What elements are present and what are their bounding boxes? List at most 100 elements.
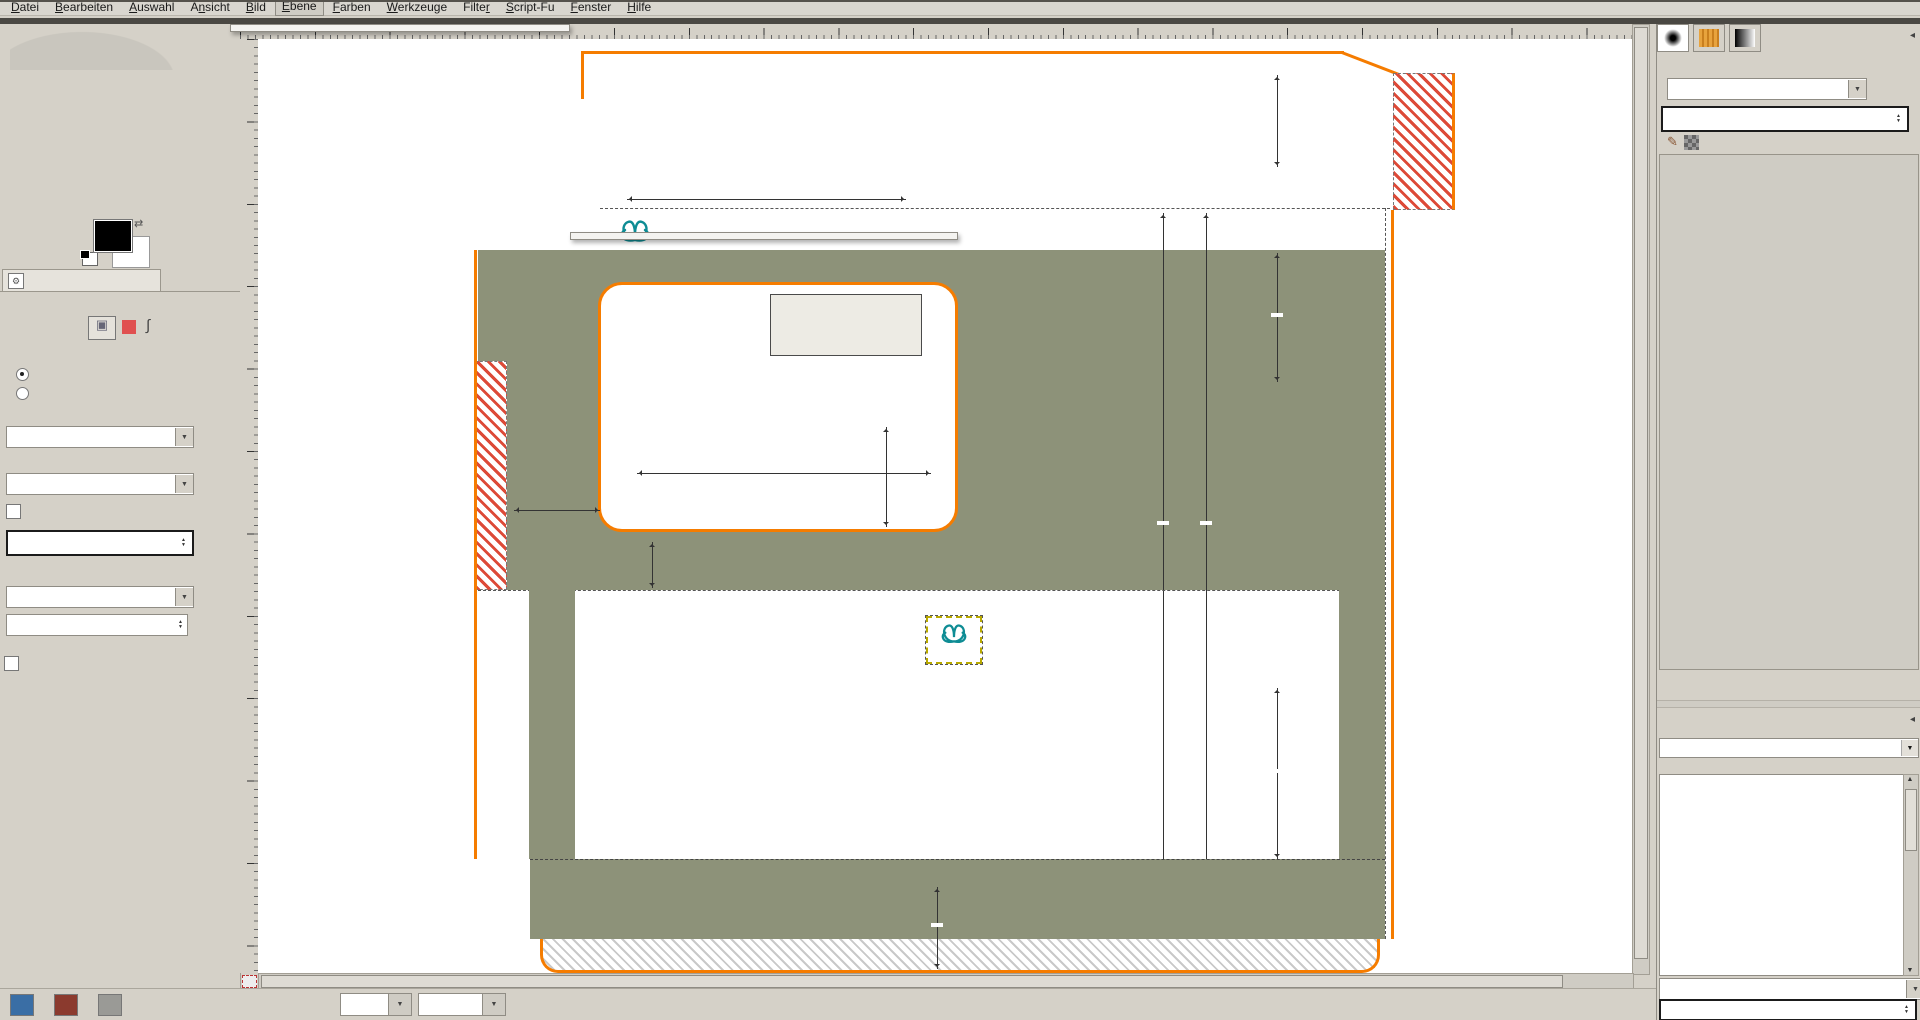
transformation-submenu <box>570 232 958 240</box>
layers-dock: ◂ ▼ ▲▼ ✎ ◂ <box>1656 24 1920 1020</box>
tooltip <box>770 294 922 356</box>
die-contour-flap-left <box>581 51 584 99</box>
chevron-down-icon: ▼ <box>175 428 193 446</box>
lock-alpha-icon[interactable] <box>1684 135 1699 150</box>
zoom-dropdown-button[interactable]: ▼ <box>482 993 506 1016</box>
menubar-item[interactable]: Datei <box>4 0 46 15</box>
brush-scrollbar[interactable]: ▲ ▼ <box>1903 774 1919 976</box>
layer-list <box>1659 154 1919 670</box>
unit-dropdown-button[interactable]: ▼ <box>388 993 412 1016</box>
default-colors-icon[interactable] <box>82 252 98 266</box>
window-top-edge <box>0 0 1920 2</box>
mode-select[interactable]: ▼ <box>1667 78 1867 100</box>
transform-layer-button[interactable]: ▣ <box>88 316 116 340</box>
canvas-viewport[interactable] <box>258 39 1632 973</box>
brush-filter-box: ▼ <box>1659 738 1919 758</box>
vertical-scrollbar-thumb[interactable] <box>1634 27 1648 959</box>
spinner-arrows[interactable]: ▲▼ <box>181 538 186 548</box>
menubar-item[interactable]: Filter <box>456 0 497 15</box>
gimp-window: Datei Bearbeiten Auswahl Ansicht Bild Eb… <box>0 0 1920 1020</box>
mode-row: ▼ <box>1661 78 1867 100</box>
tool-options-icon: ⚙ <box>8 273 24 289</box>
menubar-item[interactable]: Fenster <box>564 0 619 15</box>
quick-mask-button[interactable] <box>242 975 257 988</box>
preview-checkbox[interactable] <box>6 504 21 522</box>
die-dashed-right <box>1385 208 1386 939</box>
dim-label-16 <box>931 895 943 955</box>
lock-paint-icon[interactable]: ✎ <box>1667 134 1678 150</box>
brush-grid <box>1659 774 1905 976</box>
statusbar-icon-1[interactable] <box>10 994 34 1016</box>
bottom-safety-band <box>530 859 1385 939</box>
flap-label <box>710 105 910 135</box>
brush-tab-icon <box>1664 29 1682 47</box>
guides-type-select[interactable]: ▼ <box>6 586 194 608</box>
fold-line-top <box>600 208 1390 209</box>
patterns-tab[interactable] <box>1693 24 1725 52</box>
dim-label-236 <box>1200 493 1212 553</box>
transform-selection-button[interactable] <box>122 320 136 334</box>
clipping-select[interactable]: ▼ <box>6 473 194 495</box>
toolbox-panel: ⇄ ⚙ ▣ ∫ ▼ ▼ <box>0 24 241 988</box>
menubar-item[interactable]: Werkzeuge <box>380 0 454 15</box>
flower-logo-icon <box>939 618 969 644</box>
statusbar-icon-3[interactable] <box>98 994 122 1016</box>
transform-path-button[interactable]: ∫ <box>146 317 150 334</box>
interpolation-select[interactable]: ▼ <box>6 426 194 448</box>
vertical-ruler[interactable] <box>240 39 259 973</box>
direction-radio-corrective[interactable] <box>16 387 29 403</box>
menubar-item[interactable]: Ansicht <box>183 0 236 15</box>
menubar-item[interactable]: Bearbeiten <box>48 0 120 15</box>
side-margin-left <box>529 590 575 859</box>
gradients-tab[interactable] <box>1729 24 1761 52</box>
chevron-down-icon[interactable]: ▼ <box>1901 740 1918 756</box>
keep-aspect-checkbox[interactable] <box>4 656 19 674</box>
dim-line-20 <box>514 510 600 511</box>
chevron-down-icon: ▼ <box>1906 980 1920 998</box>
dim-line-45 <box>886 427 887 527</box>
dim-line-15 <box>652 542 653 588</box>
chevron-down-icon: ▼ <box>1848 80 1866 98</box>
gradient-tab-icon <box>1735 29 1755 47</box>
dock-splitter[interactable] <box>1657 700 1920 708</box>
dim-label-110 <box>1271 285 1283 345</box>
foreground-color-swatch[interactable] <box>94 220 132 252</box>
dim-label-238 <box>1157 493 1169 553</box>
floating-logo-selection[interactable] <box>926 616 982 664</box>
menubar-item[interactable]: Ebene <box>275 0 324 16</box>
dock-collapse-icon[interactable]: ◂ <box>1910 30 1915 41</box>
die-contour-slant <box>1341 51 1400 76</box>
tool-options-tab[interactable]: ⚙ <box>2 269 161 292</box>
menubar-item[interactable]: Script-Fu <box>499 0 562 15</box>
statusbar-icon-2[interactable] <box>54 994 78 1016</box>
menubar-item[interactable]: Hilfe <box>620 0 658 15</box>
direction-radio-normal[interactable] <box>16 368 29 384</box>
tool-options-panel: ▣ ∫ ▼ ▼ ▲▼ <box>0 291 240 792</box>
menubar-item[interactable]: Bild <box>239 0 273 15</box>
brush-filter-input[interactable] <box>1660 741 1901 755</box>
opacity-slider[interactable]: ▲▼ <box>1661 106 1909 132</box>
dim-label-95 <box>1271 741 1283 801</box>
swap-colors-icon[interactable]: ⇄ <box>134 217 143 230</box>
brush-tag-select[interactable]: ▼ <box>1659 978 1920 1000</box>
side-margin-right <box>1339 590 1385 859</box>
horizontal-scrollbar-thumb[interactable] <box>261 975 1563 988</box>
menubar-item[interactable]: Farben <box>326 0 378 15</box>
brush-dock-collapse-icon[interactable]: ◂ <box>1910 714 1915 725</box>
wilber-watermark <box>10 24 190 70</box>
zoom-select[interactable] <box>418 993 488 1016</box>
die-contour-left <box>474 250 477 859</box>
vertical-scrollbar[interactable] <box>1632 24 1650 975</box>
statusbar <box>0 988 1656 1020</box>
guides-count-spinner[interactable]: ▲▼ <box>6 614 188 636</box>
chevron-down-icon: ▼ <box>175 475 193 493</box>
image-opacity-slider[interactable]: ▲▼ <box>6 530 194 556</box>
unit-select[interactable] <box>340 993 394 1016</box>
lock-row: ✎ <box>1661 134 1699 150</box>
brush-dock-tabs <box>1657 24 1920 52</box>
menubar-item[interactable]: Auswahl <box>122 0 181 15</box>
dim-line-31 <box>1277 75 1278 167</box>
spacing-slider[interactable]: ▲▼ <box>1659 999 1917 1020</box>
brushes-tab[interactable] <box>1657 24 1689 52</box>
bottom-glue-flap <box>540 939 1380 973</box>
